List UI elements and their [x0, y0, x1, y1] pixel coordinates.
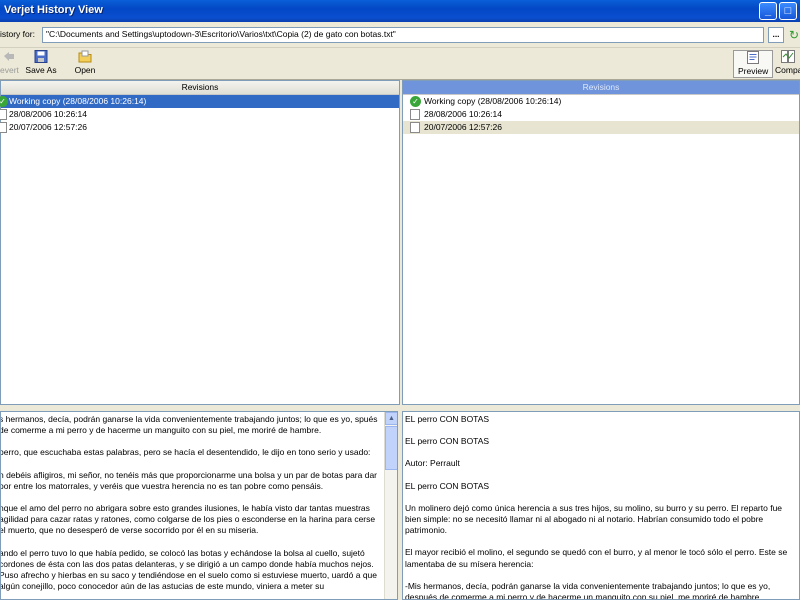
document-icon [410, 122, 420, 133]
title-bar: Verjet History View _ □ [0, 0, 800, 22]
minimize-button[interactable]: _ [759, 2, 777, 20]
folder-open-icon [78, 50, 92, 63]
document-icon [410, 109, 420, 120]
document-icon [0, 109, 7, 120]
revert-icon [4, 52, 14, 61]
compare-button[interactable]: Compa [775, 50, 800, 78]
right-text-view[interactable]: EL perro CON BOTAS EL perro CON BOTAS Au… [402, 411, 800, 600]
save-as-label: Save As [25, 65, 57, 75]
left-revision-item[interactable]: ✓ Working copy (28/08/2006 10:26:14) [0, 95, 399, 108]
window-title: Verjet History View [4, 4, 103, 16]
working-copy-icon: ✓ [0, 96, 8, 107]
save-as-button[interactable]: Save As [24, 50, 58, 78]
right-text-content: EL perro CON BOTAS EL perro CON BOTAS Au… [403, 412, 799, 600]
left-revision-label: 28/08/2006 10:26:14 [9, 109, 87, 119]
text-paragraph: perro, que escuchaba estas palabras, per… [0, 447, 371, 458]
refresh-icon[interactable]: ↻ [789, 28, 799, 42]
text-paragraph: -Mis hermanos, decía, podrán ganarse la … [405, 580, 771, 600]
right-revision-item[interactable]: ✓ Working copy (28/08/2006 10:26:14) [403, 95, 799, 108]
preview-label: Preview [738, 66, 769, 76]
left-revision-item[interactable]: 28/08/2006 10:26:14 [0, 108, 399, 121]
text-paragraph: El mayor recibió el molino, el segundo s… [405, 547, 788, 569]
text-paragraph: EL perro CON BOTAS [405, 480, 490, 491]
revert-button[interactable]: evert [0, 50, 19, 78]
text-paragraph: s hermanos, decía, podrán ganarse la vid… [0, 414, 378, 436]
compare-icon [780, 50, 795, 63]
maximize-button[interactable]: □ [779, 2, 797, 20]
text-paragraph: nque el amo del perro no abrigara sobre … [0, 503, 376, 536]
right-revision-label: Working copy (28/08/2006 10:26:14) [424, 96, 562, 106]
revert-label: evert [0, 65, 19, 75]
toolbar: evert Save As Open Preview Compa [0, 48, 800, 80]
text-paragraph: Un molinero dejó como única herencia a s… [405, 502, 783, 536]
left-revision-item[interactable]: 20/07/2006 12:57:26 [0, 121, 399, 134]
compare-label: Compa [775, 65, 800, 75]
path-bar: istory for: "C:\Documents and Settings\u… [0, 22, 800, 48]
right-revision-item[interactable]: 28/08/2006 10:26:14 [403, 108, 799, 121]
left-revision-label: Working copy (28/08/2006 10:26:14) [9, 96, 147, 106]
open-button[interactable]: Open [72, 50, 98, 78]
open-label: Open [74, 65, 96, 75]
left-scrollbar[interactable]: ▲ [384, 412, 397, 599]
history-for-label: istory for: [0, 29, 35, 39]
left-text-content: s hermanos, decía, podrán ganarse la vid… [1, 412, 397, 592]
floppy-disk-icon [34, 50, 48, 63]
browse-button[interactable]: ... [768, 27, 784, 43]
preview-button[interactable]: Preview [733, 50, 773, 78]
text-paragraph: EL perro CON BOTAS [405, 436, 490, 447]
scroll-thumb[interactable] [385, 426, 397, 470]
left-revisions-header[interactable]: Revisions [1, 81, 399, 95]
text-paragraph: n debéis afligiros, mi señor, no tenéis … [0, 469, 378, 491]
left-text-view[interactable]: s hermanos, decía, podrán ganarse la vid… [0, 411, 398, 600]
left-revisions-pane: Revisions ✓ Working copy (28/08/2006 10:… [0, 80, 400, 405]
text-paragraph: EL perro CON BOTAS [405, 414, 490, 424]
right-revision-label: 20/07/2006 12:57:26 [424, 122, 502, 132]
document-icon [0, 122, 7, 133]
left-revision-label: 20/07/2006 12:57:26 [9, 122, 87, 132]
working-copy-icon: ✓ [410, 96, 421, 107]
text-paragraph: ando el perro tuvo lo que había pedido, … [0, 547, 378, 592]
text-paragraph: Autor: Perrault [405, 458, 460, 469]
right-revisions-pane: Revisions ✓ Working copy (28/08/2006 10:… [402, 80, 800, 405]
preview-icon [747, 51, 759, 64]
file-path-field[interactable]: "C:\Documents and Settings\uptodown-3\Es… [42, 27, 764, 43]
right-revisions-header[interactable]: Revisions [403, 81, 799, 95]
right-revision-label: 28/08/2006 10:26:14 [424, 109, 502, 119]
scroll-up-icon[interactable]: ▲ [385, 412, 397, 425]
right-revision-item[interactable]: 20/07/2006 12:57:26 [403, 121, 799, 134]
